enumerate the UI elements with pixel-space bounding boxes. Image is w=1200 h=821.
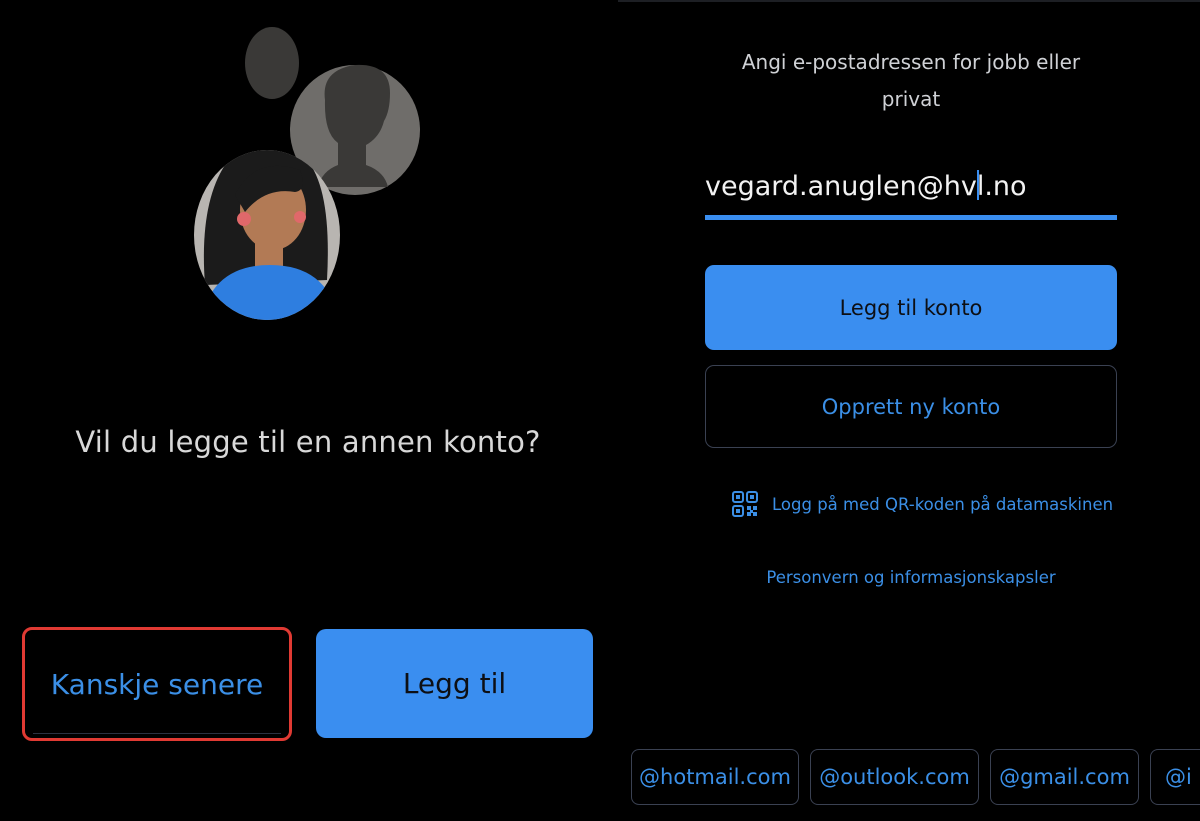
text-caret bbox=[977, 170, 979, 200]
email-field-container bbox=[705, 160, 1117, 222]
maybe-later-button[interactable]: Kanskje senere bbox=[22, 627, 292, 741]
privacy-link[interactable]: Personvern og informasjonskapsler bbox=[618, 568, 1200, 587]
add-account-button[interactable]: Legg til konto bbox=[705, 265, 1117, 350]
panel-top-divider bbox=[618, 0, 1200, 2]
maybe-later-label: Kanskje senere bbox=[50, 667, 264, 701]
button-divider bbox=[33, 733, 281, 734]
domain-suggestions: @hotmail.com @outlook.com @gmail.com @i bbox=[631, 749, 1200, 807]
email-field-underline bbox=[705, 215, 1117, 220]
add-button[interactable]: Legg til bbox=[316, 629, 593, 738]
add-another-account-question: Vil du legge til en annen konto? bbox=[75, 425, 541, 459]
domain-chip-partial[interactable]: @i bbox=[1150, 749, 1200, 805]
screen: Vil du legge til en annen konto? Kanskje… bbox=[0, 0, 1200, 821]
email-field[interactable] bbox=[705, 160, 1117, 212]
qr-login-label: Logg på med QR-koden på datamaskinen bbox=[772, 494, 1114, 514]
add-email-panel: Angi e-postadressen for jobb eller priva… bbox=[618, 0, 1200, 821]
add-button-label: Legg til bbox=[402, 667, 507, 700]
accounts-illustration-icon bbox=[194, 27, 420, 320]
qr-login-link[interactable]: Logg på med QR-koden på datamaskinen bbox=[732, 488, 1113, 520]
domain-chip-hotmail[interactable]: @hotmail.com bbox=[631, 749, 799, 805]
domain-chip-outlook[interactable]: @outlook.com bbox=[810, 749, 979, 805]
add-account-prompt-panel: Vil du legge til en annen konto? Kanskje… bbox=[0, 0, 616, 821]
qr-code-icon bbox=[732, 491, 758, 517]
create-account-label: Opprett ny konto bbox=[821, 394, 1001, 419]
domain-chip-gmail[interactable]: @gmail.com bbox=[990, 749, 1139, 805]
create-account-button[interactable]: Opprett ny konto bbox=[705, 365, 1117, 448]
add-account-label: Legg til konto bbox=[839, 295, 983, 320]
email-prompt-text: Angi e-postadressen for jobb eller priva… bbox=[741, 50, 1081, 111]
